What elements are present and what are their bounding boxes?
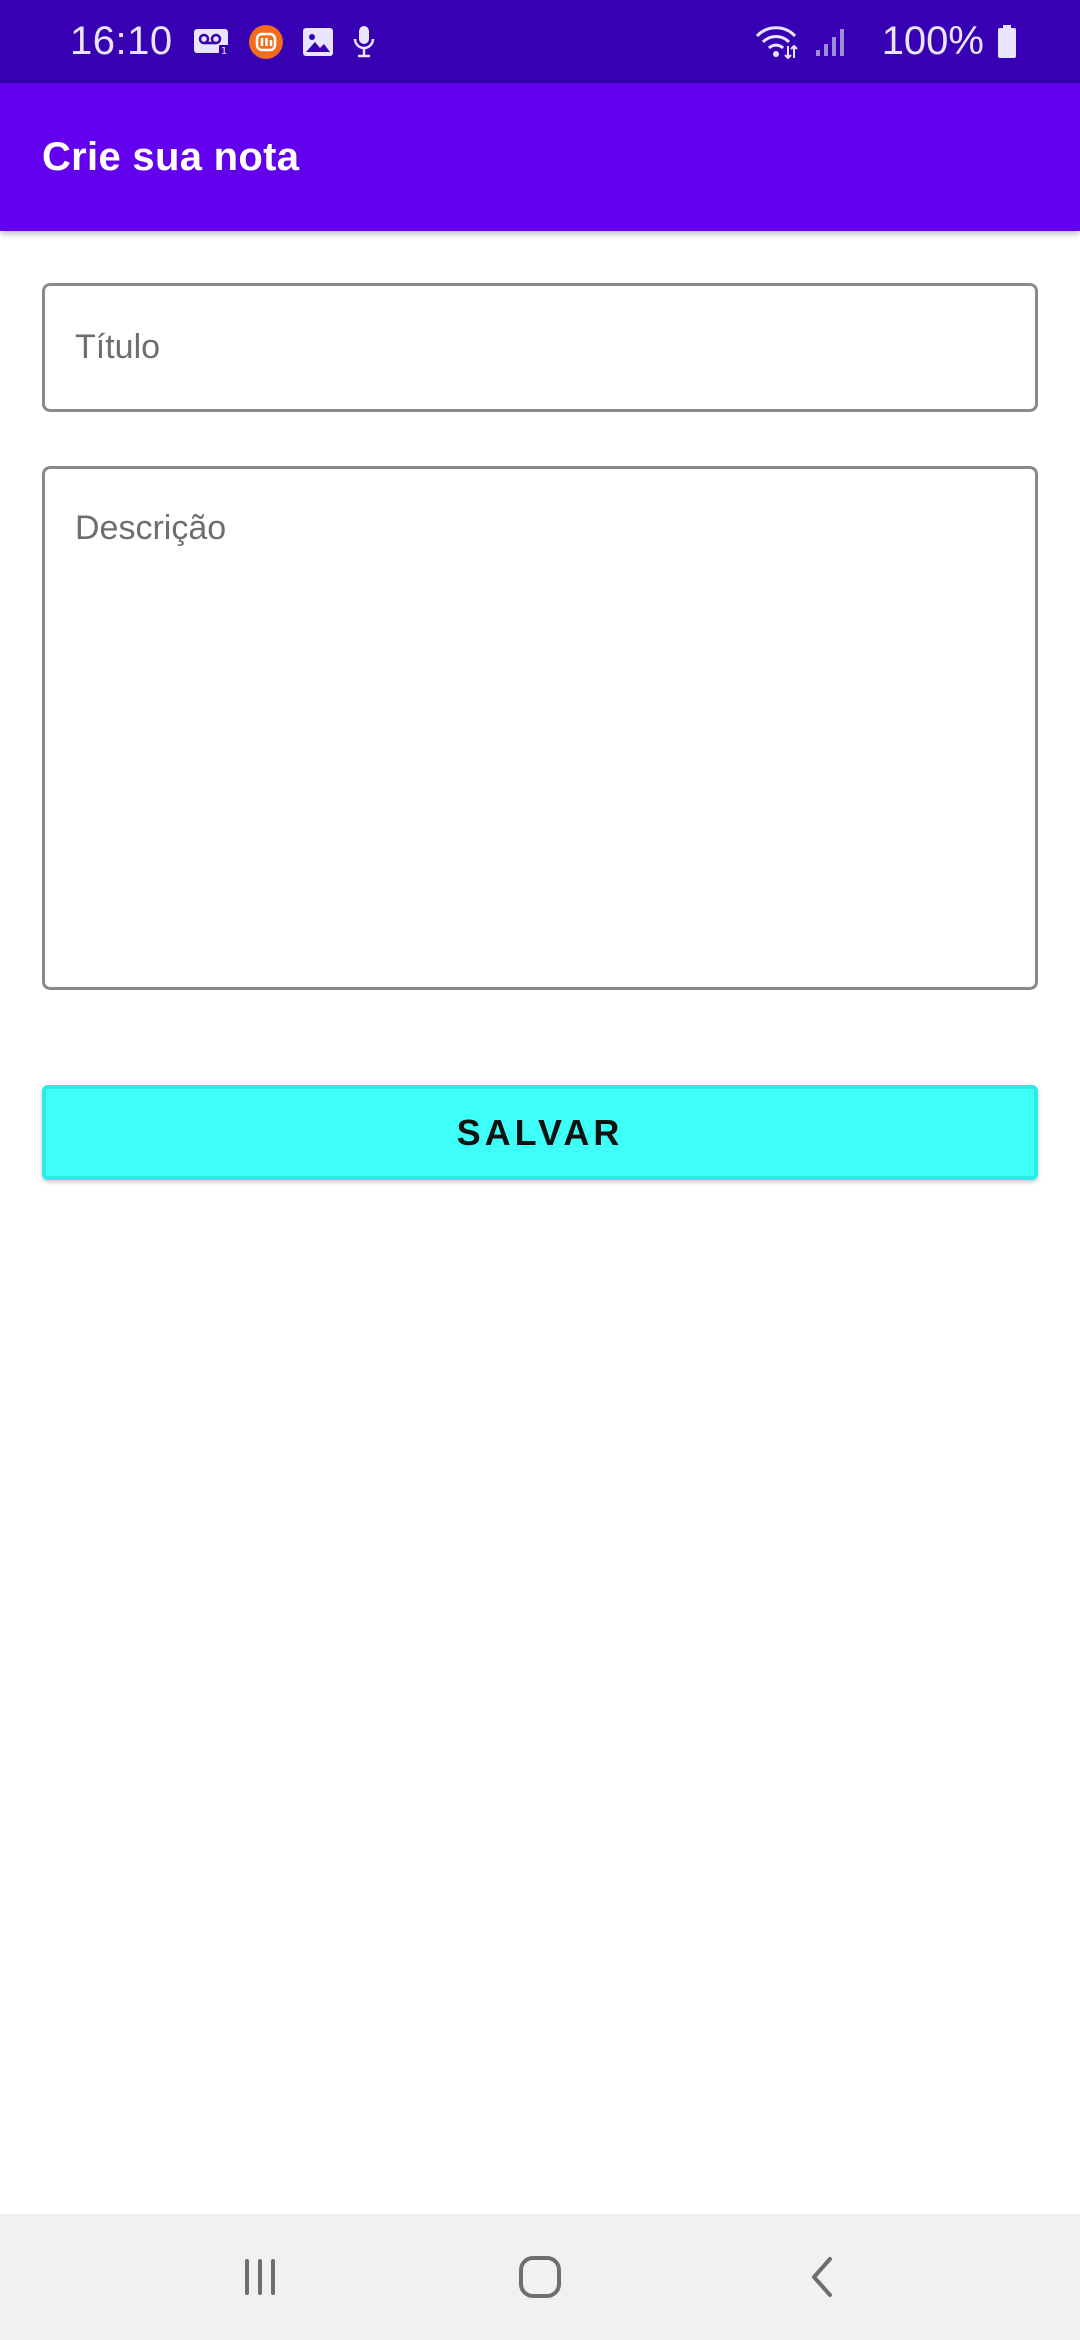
- save-button[interactable]: SALVAR: [42, 1085, 1038, 1180]
- mi-app-icon: [247, 23, 285, 61]
- status-bar: 16:10 1 100%: [0, 0, 1080, 83]
- battery-icon: [996, 24, 1018, 60]
- description-input[interactable]: [45, 469, 1035, 987]
- home-button[interactable]: [505, 2244, 575, 2310]
- signal-icon: [814, 26, 846, 58]
- wifi-icon: [754, 24, 798, 60]
- back-button[interactable]: [788, 2244, 858, 2310]
- status-bar-right: 100%: [754, 19, 1018, 64]
- save-button-label: SALVAR: [456, 1111, 624, 1153]
- recents-icon: [245, 2259, 275, 2295]
- battery-percentage: 100%: [881, 19, 984, 63]
- description-field[interactable]: [42, 466, 1038, 990]
- status-bar-left: 16:10 1: [70, 19, 393, 64]
- gallery-icon: [301, 26, 335, 58]
- svg-text:1: 1: [220, 46, 226, 57]
- back-icon: [812, 2257, 832, 2297]
- status-time: 16:10: [70, 19, 173, 63]
- voicemail-icon: 1: [193, 27, 231, 57]
- home-icon: [519, 2256, 561, 2298]
- navigation-bar: [0, 2214, 1080, 2340]
- title-field[interactable]: [42, 283, 1038, 412]
- app-title: Crie sua nota: [42, 134, 300, 179]
- app-bar: Crie sua nota: [0, 83, 1080, 231]
- screen: 16:10 1 100% Crie sua nota Título Descri…: [0, 0, 1080, 2340]
- microphone-icon: [351, 24, 377, 60]
- recents-button[interactable]: [225, 2244, 295, 2310]
- title-input[interactable]: [45, 286, 1035, 409]
